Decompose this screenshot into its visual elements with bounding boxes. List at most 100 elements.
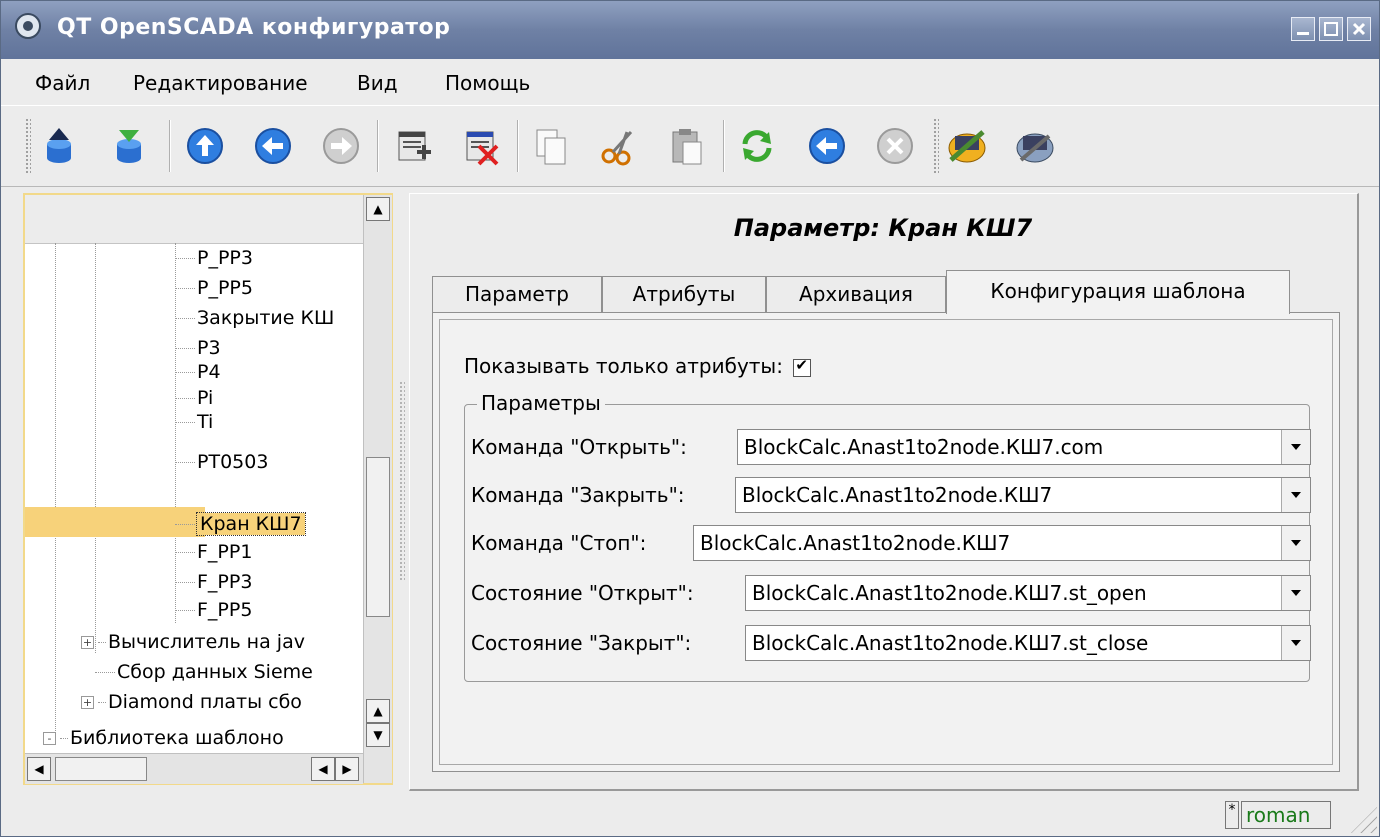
tab-template-config[interactable]: Конфигурация шаблона bbox=[946, 270, 1290, 314]
scroll-thumb[interactable] bbox=[55, 757, 147, 781]
db-load-button[interactable] bbox=[37, 124, 81, 168]
stop-button[interactable] bbox=[873, 124, 917, 168]
tree-guide-line bbox=[95, 243, 96, 653]
tree-item[interactable]: P3 bbox=[175, 337, 221, 361]
show-attributes-checkbox[interactable] bbox=[793, 356, 812, 377]
menu-edit[interactable]: Редактирование bbox=[133, 71, 308, 95]
tab-parameter[interactable]: Параметр bbox=[432, 276, 602, 312]
chevron-down-icon[interactable] bbox=[1281, 478, 1310, 512]
station-module-icon bbox=[948, 130, 986, 163]
toolbar-separator bbox=[517, 120, 519, 172]
window-title: QT OpenSCADA конфигуратор bbox=[57, 15, 451, 40]
tab-attributes[interactable]: Атрибуты bbox=[602, 276, 766, 312]
maximize-icon bbox=[1324, 22, 1338, 36]
scroll-up-button[interactable]: ▲ bbox=[366, 197, 390, 221]
start-button[interactable] bbox=[805, 124, 849, 168]
tree-item-selected[interactable]: Кран КШ7 bbox=[175, 512, 306, 537]
show-attributes-option[interactable]: Показывать только атрибуты: bbox=[464, 354, 812, 378]
splitter-handle[interactable] bbox=[399, 381, 405, 581]
command-stop-combo[interactable]: BlockCalc.Anast1to2node.КШ7 bbox=[693, 525, 1311, 561]
tab-archiving[interactable]: Архивация bbox=[766, 276, 946, 312]
combo-value: BlockCalc.Anast1to2node.КШ7.com bbox=[744, 435, 1104, 459]
close-button[interactable] bbox=[1347, 17, 1371, 41]
tree-item[interactable]: F_PP5 bbox=[175, 599, 252, 623]
scroll-thumb[interactable] bbox=[366, 457, 390, 617]
tree-item[interactable]: Сбор данных Sieme bbox=[95, 661, 313, 685]
current-user[interactable]: roman bbox=[1241, 801, 1331, 829]
main-window: QT OpenSCADA конфигуратор Файл Редактиро… bbox=[0, 0, 1380, 837]
field-label: Команда "Открыть": bbox=[471, 435, 687, 459]
tree-item[interactable]: P_PP5 bbox=[175, 277, 253, 301]
tree-body: P_PP3 P_PP5 Закрытие КШ P3 P4 Pi Ti PT05… bbox=[25, 243, 363, 753]
modified-indicator: * bbox=[1225, 801, 1239, 829]
collapse-icon[interactable]: - bbox=[43, 732, 56, 745]
tree-item[interactable]: F_PP1 bbox=[175, 541, 252, 565]
minimize-button[interactable] bbox=[1291, 17, 1315, 41]
tab-content-frame: Показывать только атрибуты: Параметры Ко… bbox=[439, 319, 1333, 765]
command-open-combo[interactable]: BlockCalc.Anast1to2node.КШ7.com bbox=[737, 429, 1311, 465]
maximize-button[interactable] bbox=[1319, 17, 1343, 41]
back-button[interactable] bbox=[251, 124, 295, 168]
openscada-app-icon bbox=[15, 13, 41, 39]
tree-horizontal-scrollbar[interactable]: ◀ ◀ ▶ bbox=[25, 753, 363, 784]
up-icon bbox=[187, 128, 223, 164]
refresh-icon bbox=[742, 130, 772, 162]
expand-icon[interactable]: + bbox=[81, 696, 94, 709]
tree-vertical-scrollbar[interactable]: ▲ ▲ ▼ bbox=[363, 195, 392, 783]
navigation-tree[interactable]: P_PP3 P_PP5 Закрытие КШ P3 P4 Pi Ti PT05… bbox=[23, 193, 393, 785]
station-config-button[interactable] bbox=[1013, 124, 1057, 168]
toolbar-separator bbox=[723, 120, 725, 172]
tree-item[interactable]: + Diamond платы сбо bbox=[81, 691, 302, 715]
resize-grip[interactable] bbox=[1351, 807, 1377, 833]
back-icon bbox=[255, 128, 291, 164]
tree-item[interactable]: Pi bbox=[175, 387, 213, 411]
menu-bar: Файл Редактирование Вид Помощь bbox=[1, 59, 1379, 105]
scroll-down-button[interactable]: ▼ bbox=[366, 723, 390, 747]
page-title: Параметр: Кран КШ7 bbox=[733, 214, 1033, 242]
tree-item[interactable]: P4 bbox=[175, 361, 221, 385]
tree-item[interactable]: - Библиотека шаблоно bbox=[43, 727, 284, 751]
expand-icon[interactable]: + bbox=[81, 636, 94, 649]
scroll-up-button[interactable]: ▲ bbox=[366, 699, 390, 723]
command-close-combo[interactable]: BlockCalc.Anast1to2node.КШ7 bbox=[735, 477, 1311, 513]
menu-view[interactable]: Вид bbox=[357, 71, 398, 95]
state-open-combo[interactable]: BlockCalc.Anast1to2node.КШ7.st_open bbox=[745, 575, 1311, 611]
chevron-down-icon[interactable] bbox=[1281, 430, 1310, 464]
chevron-down-icon[interactable] bbox=[1281, 576, 1310, 610]
db-save-button[interactable] bbox=[107, 124, 151, 168]
refresh-button[interactable] bbox=[735, 124, 779, 168]
tree-item[interactable]: F_PP3 bbox=[175, 571, 252, 595]
paste-button[interactable] bbox=[665, 124, 709, 168]
menu-help[interactable]: Помощь bbox=[445, 71, 530, 95]
db-save-icon bbox=[117, 130, 141, 163]
tree-item[interactable]: PT0503 bbox=[175, 451, 268, 475]
scroll-left-button[interactable]: ◀ bbox=[27, 757, 51, 781]
add-item-button[interactable] bbox=[391, 124, 435, 168]
copy-icon bbox=[536, 129, 566, 165]
chevron-down-icon[interactable] bbox=[1281, 626, 1310, 660]
db-load-icon bbox=[47, 128, 71, 163]
title-bar[interactable]: QT OpenSCADA конфигуратор bbox=[1, 1, 1379, 59]
scroll-right-button[interactable]: ▶ bbox=[335, 757, 359, 781]
status-bar: * roman bbox=[1, 797, 1379, 836]
up-button[interactable] bbox=[183, 124, 227, 168]
toolbar-separator bbox=[377, 120, 379, 172]
forward-button[interactable] bbox=[319, 124, 363, 168]
toolbar-grip[interactable] bbox=[933, 118, 939, 174]
chevron-down-icon[interactable] bbox=[1281, 526, 1310, 560]
paste-icon bbox=[672, 129, 702, 165]
tree-item[interactable]: Ti bbox=[175, 411, 213, 435]
toolbar-grip[interactable] bbox=[25, 118, 31, 174]
copy-button[interactable] bbox=[529, 124, 573, 168]
tree-item[interactable]: Закрытие КШ bbox=[175, 307, 334, 331]
delete-item-button[interactable] bbox=[459, 124, 503, 168]
tree-item[interactable]: P_PP3 bbox=[175, 247, 253, 271]
menu-file[interactable]: Файл bbox=[35, 71, 90, 95]
station-module-button[interactable] bbox=[945, 124, 989, 168]
cut-button[interactable] bbox=[597, 124, 641, 168]
scroll-left-button[interactable]: ◀ bbox=[311, 757, 335, 781]
state-closed-combo[interactable]: BlockCalc.Anast1to2node.КШ7.st_close bbox=[745, 625, 1311, 661]
toolbar bbox=[1, 105, 1379, 187]
field-state-closed: Состояние "Закрыт": BlockCalc.Anast1to2n… bbox=[471, 625, 1311, 661]
tree-item[interactable]: + Вычислитель на jav bbox=[81, 631, 305, 655]
